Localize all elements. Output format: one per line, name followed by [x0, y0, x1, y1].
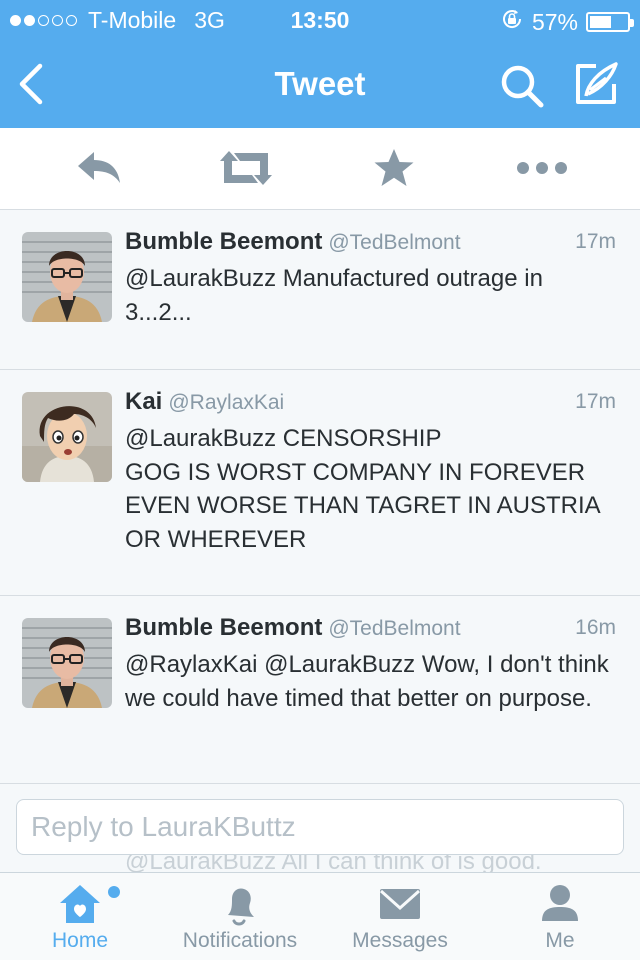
tweet-item[interactable]: Bumble Beemont @TedBelmont 16m @RaylaxKai…	[0, 596, 640, 784]
tweet-item[interactable]: Bumble Beemont @TedBelmont 17m @LaurakBuz…	[0, 210, 640, 370]
avatar[interactable]	[22, 232, 112, 322]
tweet-author-handle[interactable]: @RaylaxKai	[168, 391, 284, 414]
avatar[interactable]	[22, 392, 112, 482]
battery-fill	[590, 16, 611, 28]
envelope-icon	[379, 889, 421, 919]
status-right: 57%	[500, 7, 634, 37]
favorite-button[interactable]	[366, 146, 422, 190]
nav-bar: Tweet	[0, 40, 640, 128]
avatar-image	[22, 232, 112, 322]
tweet-text: @LaurakBuzz Manufactured outrage in 3...…	[125, 265, 543, 326]
reply-input[interactable]	[17, 800, 623, 854]
tab-messages[interactable]: Messages	[320, 873, 480, 960]
retweet-icon	[220, 151, 272, 185]
tweet-timestamp: 16m	[575, 616, 616, 639]
reply-button[interactable]	[70, 146, 126, 190]
status-bar: T-Mobile 3G 13:50 57%	[0, 0, 640, 40]
tweet-header: Kai @RaylaxKai 17m	[125, 388, 616, 422]
tweet-author-handle[interactable]: @TedBelmont	[328, 617, 460, 640]
avatar-image	[22, 392, 112, 482]
tweet-text: @RaylaxKai @LaurakBuzz Wow, I don't thin…	[125, 651, 609, 712]
home-icon	[60, 885, 100, 923]
tweet-action-bar	[0, 128, 640, 210]
battery-percent: 57%	[531, 8, 578, 35]
tweet-item[interactable]: Kai @RaylaxKai 17m @LaurakBuzz CENSORSHIP…	[0, 370, 640, 596]
bell-icon	[228, 888, 254, 926]
tab-label: Messages	[352, 929, 448, 952]
search-icon	[501, 65, 544, 108]
reply-icon	[78, 152, 120, 183]
battery-nub	[630, 19, 634, 27]
search-button[interactable]	[498, 62, 546, 110]
battery-icon	[586, 12, 634, 32]
tweet-author-name[interactable]: Bumble Beemont	[125, 228, 322, 255]
tab-label: Notifications	[182, 929, 298, 952]
tab-notifications[interactable]: Notifications	[160, 873, 320, 960]
tweet-header: Bumble Beemont @TedBelmont 17m	[125, 228, 616, 262]
unread-dot	[108, 886, 120, 898]
tab-home[interactable]: Home	[0, 873, 160, 960]
retweet-button[interactable]	[218, 146, 274, 190]
tweet-author-name[interactable]: Kai	[125, 388, 162, 415]
tweet-author-name[interactable]: Bumble Beemont	[125, 614, 322, 641]
tab-label: Me	[545, 929, 575, 952]
more-icon	[517, 162, 567, 174]
tweet-timestamp: 17m	[575, 230, 616, 253]
tweet-timestamp: 17m	[575, 390, 616, 413]
avatar-image	[22, 618, 112, 708]
rotation-lock-icon	[500, 7, 524, 37]
tab-bar: Home Notifications Messages Me	[0, 872, 640, 960]
more-button[interactable]	[514, 146, 570, 190]
reply-field[interactable]	[16, 799, 624, 855]
tweet-text: @LaurakBuzz CENSORSHIP GOG IS WORST COMP…	[125, 425, 600, 553]
reply-area: @LaurakBuzz All I can think of is good.	[0, 784, 640, 872]
compose-button[interactable]	[572, 60, 620, 108]
person-icon	[542, 885, 578, 921]
avatar[interactable]	[22, 618, 112, 708]
compose-icon	[576, 62, 618, 104]
tweet-author-handle[interactable]: @TedBelmont	[328, 231, 460, 254]
tab-label: Home	[51, 929, 109, 952]
tweet-header: Bumble Beemont @TedBelmont 16m	[125, 614, 616, 648]
tab-me[interactable]: Me	[480, 873, 640, 960]
star-icon	[374, 149, 414, 186]
top-bar: T-Mobile 3G 13:50 57% Tweet	[0, 0, 640, 128]
